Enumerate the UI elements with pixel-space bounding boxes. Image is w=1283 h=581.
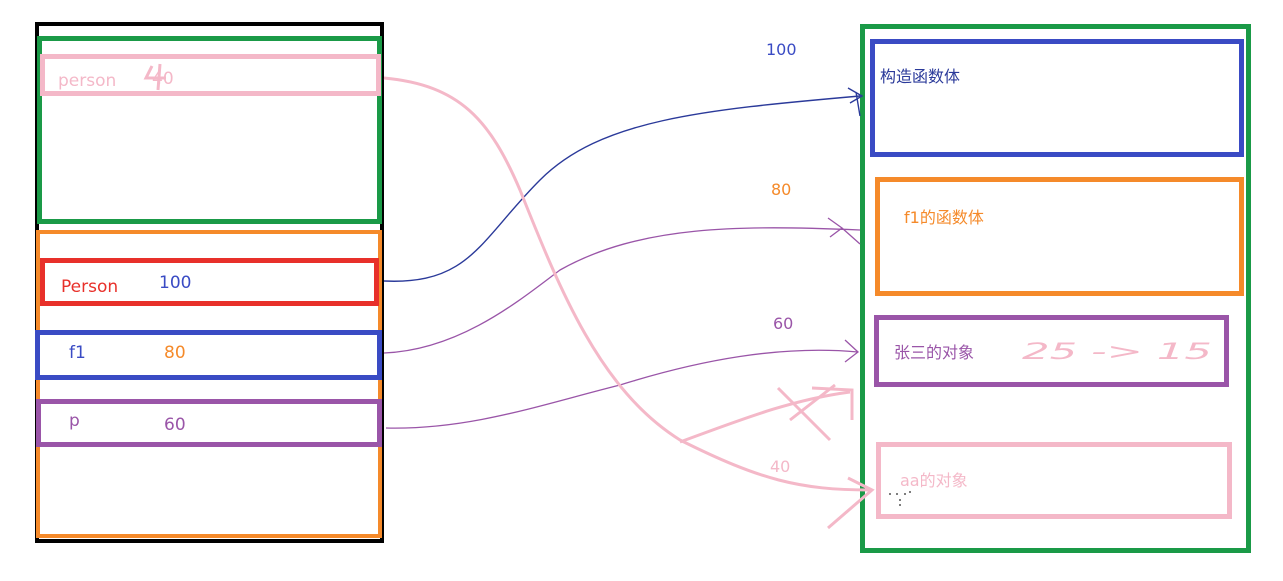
var-f1-name: f1 xyxy=(69,343,86,363)
var-p-name: p xyxy=(69,411,80,431)
var-Person-value: 100 xyxy=(159,273,192,293)
pink-reassign-head xyxy=(811,386,854,420)
arrow-p-to-zhangsan xyxy=(385,349,859,429)
var-f1-cell xyxy=(35,330,382,380)
heap-zhangsan-label: 张三的对象 xyxy=(894,343,975,362)
pink-reassign-line xyxy=(679,390,851,444)
var-person-name: person xyxy=(58,71,117,91)
heap-constructor-body xyxy=(870,39,1244,157)
arrowhead-f1 xyxy=(827,217,861,245)
heap-f1-body xyxy=(875,177,1244,296)
arrow-person-to-aa xyxy=(383,76,871,492)
heap-aa-label: aa的对象 xyxy=(900,471,968,490)
heap-zhangsan-address: 60 xyxy=(773,314,794,333)
var-p-value: 60 xyxy=(164,415,186,435)
heap-constructor-address: 100 xyxy=(766,40,797,59)
var-Person-name: Person xyxy=(61,277,119,297)
heap-f1-address: 80 xyxy=(771,180,792,199)
heap-constructor-label: 构造函数体 xyxy=(880,67,961,86)
heap-aa-address: 40 xyxy=(770,457,791,476)
arrow-f1-to-body xyxy=(383,227,861,354)
var-p-cell xyxy=(36,399,382,447)
arrowhead-p xyxy=(844,339,860,363)
pink-cross-mark xyxy=(776,383,836,442)
heap-f1-label: f1的函数体 xyxy=(904,208,984,227)
var-f1-value: 80 xyxy=(164,343,186,363)
